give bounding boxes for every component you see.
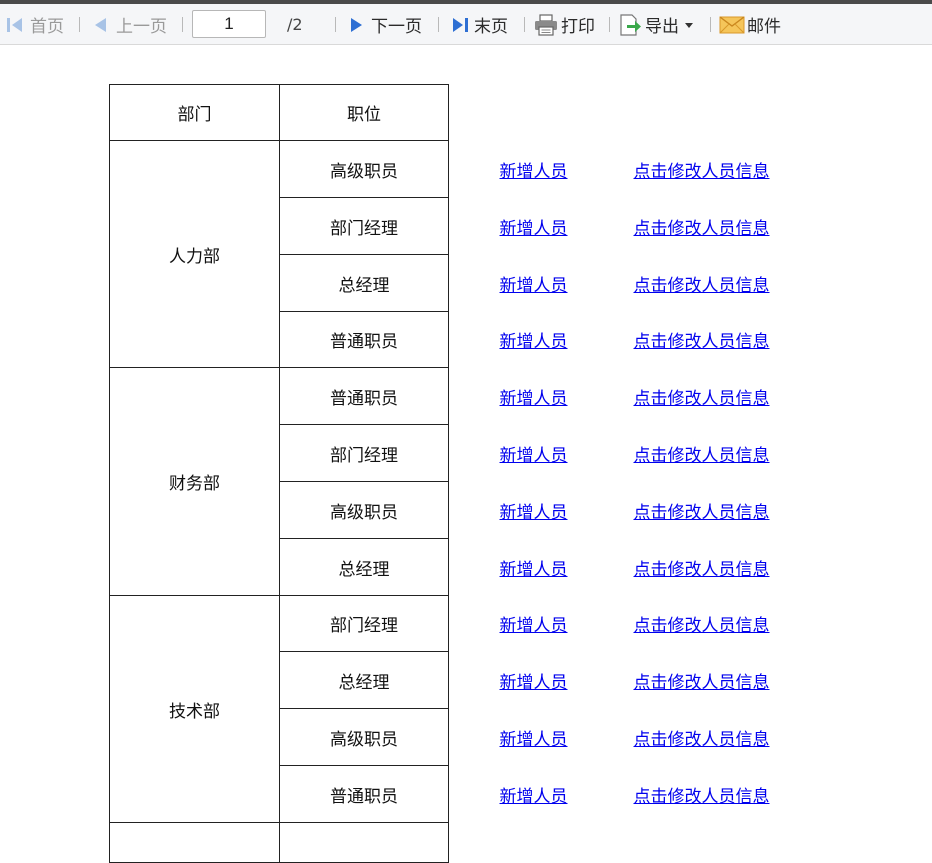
edit-person-link[interactable]: 点击修改人员信息 [634,787,770,807]
position-cell: 普通职员 [279,367,449,425]
edit-person-link[interactable]: 点击修改人员信息 [634,560,770,580]
department-cell: 人力部 [109,140,280,368]
printer-icon [535,13,557,36]
add-person-link[interactable]: 新增人员 [500,503,568,523]
position-cell: 总经理 [279,254,449,312]
toolbar-separator [335,17,336,32]
table-header-row: 部门 职位 [109,84,834,141]
toolbar-separator [609,17,610,32]
page-total: /2 [287,15,303,34]
first-page-label: 首页 [30,17,64,37]
last-page-icon [453,17,468,32]
add-person-link[interactable]: 新增人员 [500,389,568,409]
toolbar-separator [710,17,711,32]
department-cell: 财务部 [109,367,280,596]
department-cell: 技术部 [109,595,280,823]
last-page-button[interactable]: 末页 [450,4,508,45]
position-cell: 高级职员 [279,140,449,198]
table-row: 财务部 普通职员 新增人员 点击修改人员信息 [109,367,834,596]
mail-button[interactable]: 邮件 [719,4,781,45]
position-cell: 高级职员 [279,708,449,766]
toolbar-separator [524,17,525,32]
position-cell: 部门经理 [279,197,449,255]
position-header: 职位 [279,84,449,141]
first-page-button[interactable]: 首页 [5,4,64,45]
toolbar-separator [182,17,183,32]
add-person-link[interactable]: 新增人员 [500,673,568,693]
add-person-link[interactable]: 新增人员 [500,730,568,750]
edit-person-link[interactable]: 点击修改人员信息 [634,332,770,352]
table-row [109,822,834,863]
department-header: 部门 [109,84,280,141]
page-number-input[interactable] [192,10,266,38]
chevron-down-icon [685,22,693,28]
edit-person-link[interactable]: 点击修改人员信息 [634,503,770,523]
edit-person-link[interactable]: 点击修改人员信息 [634,446,770,466]
position-cell: 普通职员 [279,765,449,823]
edit-person-link[interactable]: 点击修改人员信息 [634,162,770,182]
position-cell: 部门经理 [279,424,449,482]
print-button[interactable]: 打印 [534,4,595,45]
toolbar-separator [438,17,439,32]
position-cell: 总经理 [279,651,449,709]
edit-person-link[interactable]: 点击修改人员信息 [634,673,770,693]
envelope-icon [719,15,745,33]
export-label: 导出 [645,17,679,37]
prev-page-label: 上一页 [116,17,167,37]
position-cell: 高级职员 [279,481,449,539]
last-page-label: 末页 [474,17,508,37]
next-page-button[interactable]: 下一页 [347,4,422,45]
edit-person-link[interactable]: 点击修改人员信息 [634,389,770,409]
prev-arrow-icon [95,17,106,32]
position-cell: 部门经理 [279,595,449,652]
next-page-label: 下一页 [371,17,422,37]
edit-person-link[interactable]: 点击修改人员信息 [634,730,770,750]
add-person-link[interactable]: 新增人员 [500,219,568,239]
report-toolbar: 首页 上一页 /2 下一页 末页 打印 [0,4,932,45]
table-row: 技术部 部门经理 新增人员 点击修改人员信息 [109,595,834,823]
personnel-table: 部门 职位 人力部 高级职员 新增人员 点击修改人员信息 部门经理 新增人员 点击修改人员信… [109,84,834,863]
edit-person-link[interactable]: 点击修改人员信息 [634,219,770,239]
prev-page-button[interactable]: 上一页 [92,4,167,45]
toolbar-separator [79,17,80,32]
add-person-link[interactable]: 新增人员 [500,616,568,636]
table-row: 人力部 高级职员 新增人员 点击修改人员信息 [109,140,834,368]
print-label: 打印 [561,17,595,37]
export-icon [620,13,641,36]
edit-person-link[interactable]: 点击修改人员信息 [634,616,770,636]
next-arrow-icon [351,17,362,32]
edit-person-link[interactable]: 点击修改人员信息 [634,276,770,296]
export-dropdown-button[interactable]: 导出 [618,4,695,45]
position-cell: 总经理 [279,538,449,596]
report-content: 部门 职位 人力部 高级职员 新增人员 点击修改人员信息 部门经理 新增人员 点击修改人员信… [109,84,834,863]
mail-label: 邮件 [747,17,781,37]
add-person-link[interactable]: 新增人员 [500,560,568,580]
add-person-link[interactable]: 新增人员 [500,276,568,296]
add-person-link[interactable]: 新增人员 [500,787,568,807]
add-person-link[interactable]: 新增人员 [500,162,568,182]
add-person-link[interactable]: 新增人员 [500,332,568,352]
position-cell: 普通职员 [279,311,449,368]
add-person-link[interactable]: 新增人员 [500,446,568,466]
first-page-icon [7,17,22,32]
